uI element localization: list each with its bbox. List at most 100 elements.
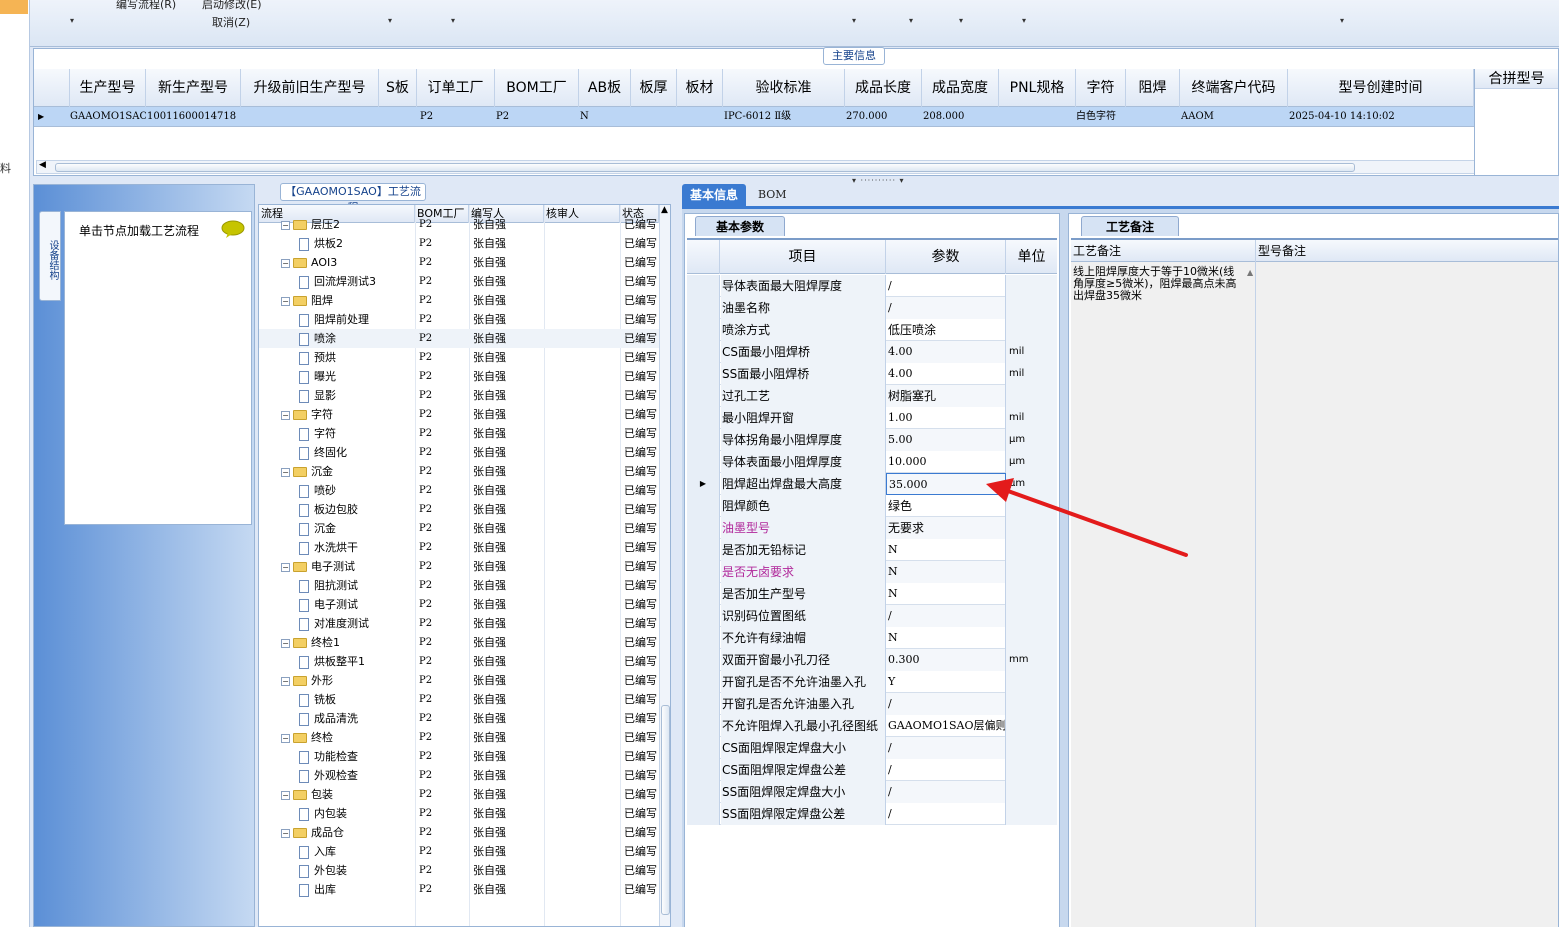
param-value[interactable]: /	[886, 297, 1006, 319]
cell-ab-board[interactable]: N	[580, 107, 631, 127]
row-selector[interactable]	[687, 495, 720, 517]
col-length[interactable]: 成品长度	[845, 69, 922, 107]
col-solder[interactable]: 阻焊	[1126, 69, 1180, 107]
row-selector[interactable]	[687, 451, 720, 473]
param-value[interactable]: 0.300	[886, 649, 1006, 671]
row-selector[interactable]	[687, 781, 720, 803]
col-param[interactable]: 参数	[886, 240, 1006, 274]
row-selector[interactable]	[687, 341, 720, 363]
tree-node[interactable]: − 成品仓	[281, 823, 415, 842]
cell-writer[interactable]: 张自强	[473, 728, 543, 747]
row-selector[interactable]	[687, 671, 720, 693]
cell-prod-model[interactable]: GAAOMO1SAO	[70, 107, 146, 127]
row-selector[interactable]	[687, 649, 720, 671]
cell-writer[interactable]: 张自强	[473, 614, 543, 633]
tree-row[interactable]: 外包装 P2 张自强 已编写	[259, 861, 659, 880]
cell-reviewer[interactable]	[548, 367, 618, 386]
tree-row[interactable]: − 沉金 P2 张自强 已编写	[259, 462, 659, 481]
cell-bom-factory[interactable]: P2	[419, 367, 469, 386]
cell-reviewer[interactable]	[548, 234, 618, 253]
tree-row[interactable]: 成品清洗 P2 张自强 已编写	[259, 709, 659, 728]
col-model-remark[interactable]: 型号备注	[1256, 240, 1558, 262]
cell-writer[interactable]: 张自强	[473, 310, 543, 329]
cell-writer[interactable]: 张自强	[473, 405, 543, 424]
tree-row[interactable]: 板边包胶 P2 张自强 已编写	[259, 500, 659, 519]
cell-writer[interactable]: 张自强	[473, 804, 543, 823]
cell-material[interactable]	[678, 107, 723, 127]
scrollbar-thumb[interactable]	[661, 705, 670, 915]
row-selector[interactable]	[687, 385, 720, 407]
cell-writer[interactable]: 张自强	[473, 329, 543, 348]
row-selector[interactable]	[687, 429, 720, 451]
cell-writer[interactable]: 张自强	[473, 367, 543, 386]
cell-status[interactable]: 已编写	[624, 272, 659, 291]
cell-writer[interactable]: 张自强	[473, 709, 543, 728]
cell-status[interactable]: 已编写	[624, 595, 659, 614]
row-selector[interactable]	[687, 363, 720, 385]
param-value[interactable]: /	[886, 275, 1006, 297]
param-value[interactable]: N	[886, 583, 1006, 605]
cell-reviewer[interactable]	[548, 652, 618, 671]
cell-thickness[interactable]	[632, 107, 677, 127]
grid-corner[interactable]	[687, 240, 720, 274]
param-value[interactable]: 绿色	[886, 495, 1006, 517]
cell-bom-factory[interactable]: P2	[419, 576, 469, 595]
param-row[interactable]: CS面阻焊限定焊盘大小 /	[687, 737, 1057, 759]
cell-writer[interactable]: 张自强	[473, 747, 543, 766]
tree-row[interactable]: 喷砂 P2 张自强 已编写	[259, 481, 659, 500]
cell-width[interactable]: 208.000	[923, 107, 999, 127]
col-old-model[interactable]: 升级前旧生产型号	[241, 69, 379, 107]
cell-status[interactable]: 已编写	[624, 234, 659, 253]
tree-row[interactable]: 烘板2 P2 张自强 已编写	[259, 234, 659, 253]
cell-bom-factory[interactable]: P2	[419, 215, 469, 234]
cell-writer[interactable]: 张自强	[473, 861, 543, 880]
cell-reviewer[interactable]	[548, 386, 618, 405]
chevron-down-icon[interactable]: ▾	[909, 16, 913, 25]
tree-node[interactable]: 烘板2	[299, 234, 415, 253]
cell-bom-factory[interactable]: P2	[419, 329, 469, 348]
tree-node[interactable]: − 沉金	[281, 462, 415, 481]
horizontal-splitter[interactable]: ▾ ·········· ▾	[30, 176, 1559, 185]
tree-row[interactable]: − 电子测试 P2 张自强 已编写	[259, 557, 659, 576]
cell-bom-factory[interactable]: P2	[419, 253, 469, 272]
param-value[interactable]: /	[886, 605, 1006, 627]
param-row[interactable]: 阻焊颜色 绿色	[687, 495, 1057, 517]
col-customer[interactable]: 终端客户代码	[1180, 69, 1288, 107]
param-value[interactable]: /	[886, 693, 1006, 715]
cell-bom-factory[interactable]: P2	[419, 519, 469, 538]
orange-tab-marker[interactable]	[0, 0, 28, 14]
cell-status[interactable]: 已编写	[624, 481, 659, 500]
tree-row[interactable]: 曝光 P2 张自强 已编写	[259, 367, 659, 386]
cell-reviewer[interactable]	[548, 690, 618, 709]
cell-bom-factory[interactable]: P2	[419, 443, 469, 462]
cell-bom-factory[interactable]: P2	[419, 652, 469, 671]
tree-row[interactable]: 内包装 P2 张自强 已编写	[259, 804, 659, 823]
param-row[interactable]: 是否无卤要求 N	[687, 561, 1057, 583]
cell-reviewer[interactable]	[548, 576, 618, 595]
cell-status[interactable]: 已编写	[624, 310, 659, 329]
param-row[interactable]: 是否加无铅标记 N	[687, 539, 1057, 561]
tree-node[interactable]: 外包装	[299, 861, 415, 880]
row-selector[interactable]	[687, 319, 720, 341]
vertical-scrollbar[interactable]: ▲	[659, 205, 670, 926]
vertical-scrollbar[interactable]: ▲	[1247, 264, 1255, 924]
cell-writer[interactable]: 张自强	[473, 652, 543, 671]
param-row[interactable]: 不允许阻焊入孔最小孔径图纸 GAAOMO1SAO层偏则...	[687, 715, 1057, 737]
horizontal-scrollbar[interactable]: ◀ ▶	[36, 160, 1502, 174]
cell-reviewer[interactable]	[548, 880, 618, 899]
cell-reviewer[interactable]	[548, 519, 618, 538]
param-row[interactable]: CS面阻焊限定焊盘公差 /	[687, 759, 1057, 781]
tree-row[interactable]: 出库 P2 张自强 已编写	[259, 880, 659, 899]
scrollbar-thumb[interactable]	[55, 163, 1355, 172]
cell-bom-factory[interactable]: P2	[419, 804, 469, 823]
cell-bom-factory[interactable]: P2	[419, 785, 469, 804]
tree-row[interactable]: 电子测试 P2 张自强 已编写	[259, 595, 659, 614]
tree-node[interactable]: 铣板	[299, 690, 415, 709]
cell-status[interactable]: 已编写	[624, 823, 659, 842]
row-selector[interactable]	[687, 539, 720, 561]
tree-node[interactable]: − 字符	[281, 405, 415, 424]
tree-row[interactable]: 烘板整平1 P2 张自强 已编写	[259, 652, 659, 671]
cell-status[interactable]: 已编写	[624, 405, 659, 424]
vertical-tab-structure[interactable]: 设备结构	[39, 211, 61, 301]
row-selector[interactable]	[687, 627, 720, 649]
